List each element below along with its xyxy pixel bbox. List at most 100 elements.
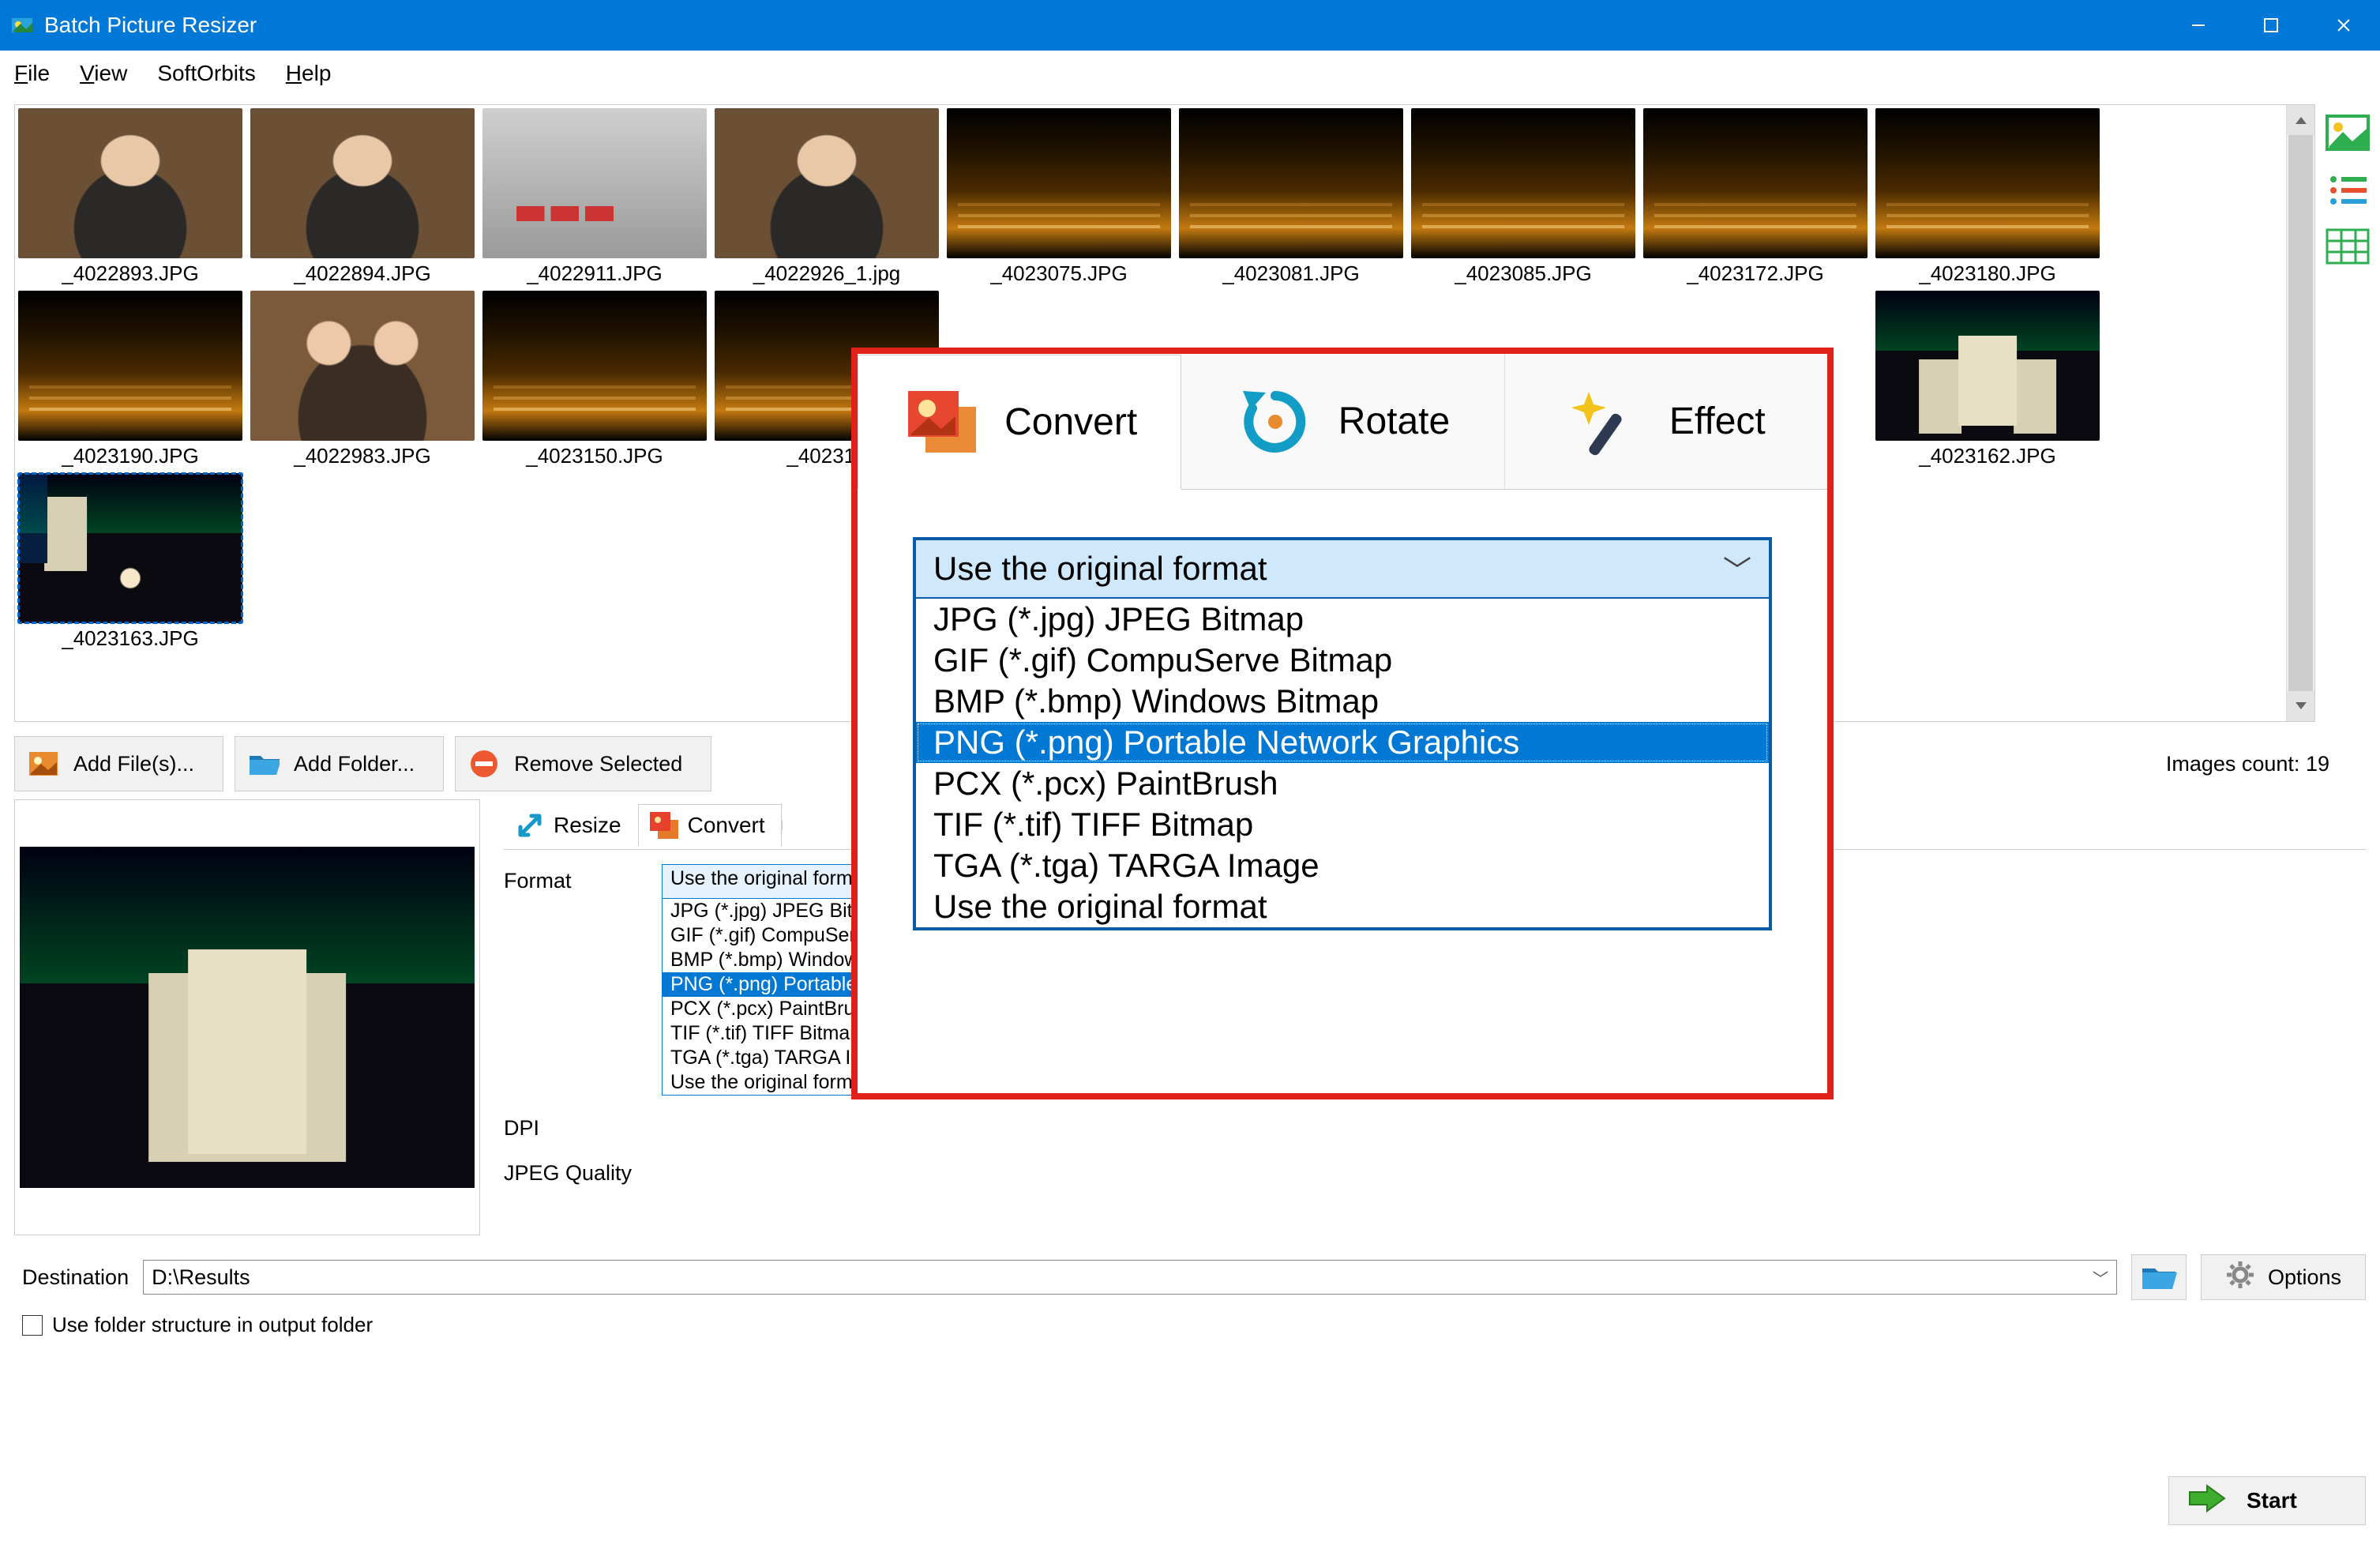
viewmode-list-icon[interactable] <box>2324 166 2371 213</box>
label-format: Format <box>504 864 662 893</box>
start-button[interactable]: Start <box>2168 1476 2366 1525</box>
maximize-button[interactable] <box>2235 0 2307 51</box>
thumbnail-image <box>715 108 939 258</box>
thumbnail[interactable]: _4023180.JPG <box>1875 108 2100 286</box>
app-icon <box>9 13 35 38</box>
thumbnail-image <box>482 108 707 258</box>
images-count: Images count: 19 <box>2166 752 2366 776</box>
picture-icon <box>28 748 59 780</box>
viewmode-table-icon[interactable] <box>2324 223 2371 270</box>
label-dpi: DPI <box>504 1111 662 1141</box>
remove-icon <box>468 748 500 780</box>
wand-icon <box>1567 382 1646 461</box>
scroll-down-icon[interactable] <box>2287 691 2314 721</box>
menu-softorbits[interactable]: SoftOrbits <box>157 61 255 86</box>
tab-more-hidden <box>782 820 809 831</box>
convert-icon <box>648 810 680 841</box>
folder-icon <box>248 748 280 780</box>
thumbnail[interactable]: _4023075.JPG <box>947 108 1171 286</box>
thumbnail-image <box>482 291 707 441</box>
scrollbar-vertical[interactable] <box>2286 105 2314 721</box>
rotate-icon <box>1236 382 1315 461</box>
thumbnail-label: _4023180.JPG <box>1919 261 2055 286</box>
chevron-down-icon: ﹀ <box>1723 548 1751 589</box>
tab-resize[interactable]: Resize <box>504 804 638 847</box>
callout-format-option[interactable]: TGA (*.tga) TARGA Image <box>916 845 1769 886</box>
callout-format-option[interactable]: BMP (*.bmp) Windows Bitmap <box>916 681 1769 722</box>
thumbnail[interactable]: _4023190.JPG <box>18 291 242 468</box>
minimize-button[interactable] <box>2162 0 2235 51</box>
play-icon <box>2187 1483 2226 1520</box>
callout-format-option[interactable]: JPG (*.jpg) JPEG Bitmap <box>916 599 1769 640</box>
folder-structure-checkbox[interactable] <box>22 1315 43 1336</box>
thumbnail-label: _4023081.JPG <box>1222 261 1359 286</box>
menu-help[interactable]: Help <box>286 61 332 86</box>
remove-selected-button[interactable]: Remove Selected <box>455 736 711 791</box>
thumbnail[interactable]: _4023163.JPG <box>18 473 242 651</box>
thumbnail-label: _4023162.JPG <box>1919 444 2055 468</box>
thumbnail-image <box>1643 108 1868 258</box>
options-button[interactable]: Options <box>2201 1254 2366 1300</box>
browse-folder-button[interactable] <box>2131 1254 2187 1300</box>
callout-tab-effect[interactable]: Effect <box>1505 354 1827 489</box>
remove-selected-label: Remove Selected <box>514 752 682 776</box>
label-jpeg: JPEG Quality <box>504 1156 662 1186</box>
thumbnail-label: _4023163.JPG <box>62 626 198 651</box>
thumbnail-image <box>18 473 242 623</box>
thumbnail-image <box>947 108 1171 258</box>
thumbnail[interactable]: _4023172.JPG <box>1643 108 1868 286</box>
add-files-button[interactable]: Add File(s)... <box>14 736 223 791</box>
callout-format-option[interactable]: TIF (*.tif) TIFF Bitmap <box>916 804 1769 845</box>
thumbnail[interactable]: _4022926_1.jpg <box>715 108 939 286</box>
tab-convert[interactable]: Convert <box>638 804 782 847</box>
thumbnail-label: _4022911.JPG <box>527 261 663 286</box>
thumbnail-label: _4022894.JPG <box>294 261 430 286</box>
start-label: Start <box>2247 1488 2297 1513</box>
thumbnail-label: _4022983.JPG <box>294 444 430 468</box>
callout-format-option[interactable]: PNG (*.png) Portable Network Graphics <box>916 722 1769 763</box>
thumbnail[interactable]: _4023162.JPG <box>1875 291 2100 468</box>
format-selected: Use the original format <box>670 867 869 896</box>
thumbnail[interactable]: _4023085.JPG <box>1411 108 1635 286</box>
thumbnail-label: _4023075.JPG <box>990 261 1127 286</box>
callout-format-option[interactable]: PCX (*.pcx) PaintBrush <box>916 763 1769 804</box>
menu-file[interactable]: File <box>14 61 50 86</box>
thumbnail[interactable]: _4023081.JPG <box>1179 108 1403 286</box>
thumbnail-label: _4023172.JPG <box>1687 261 1823 286</box>
close-button[interactable] <box>2307 0 2380 51</box>
callout-tab-rotate[interactable]: Rotate <box>1181 354 1504 489</box>
callout-tab-convert[interactable]: Convert <box>858 355 1181 490</box>
add-folder-label: Add Folder... <box>294 752 415 776</box>
scroll-up-icon[interactable] <box>2287 105 2314 135</box>
menubar: File View SoftOrbits Help <box>0 51 2380 96</box>
thumbnail-label: _4023085.JPG <box>1455 261 1591 286</box>
menu-view[interactable]: View <box>80 61 127 86</box>
callout-popup: Convert Rotate Effect Use the original f… <box>851 348 1834 1099</box>
thumbnail[interactable]: _4022893.JPG <box>18 108 242 286</box>
thumbnail[interactable]: _4022983.JPG <box>250 291 475 468</box>
thumbnail-image <box>250 108 475 258</box>
options-label: Options <box>2268 1265 2341 1290</box>
thumbnail[interactable]: _4022911.JPG <box>482 108 707 286</box>
thumbnail-label: _4023150.JPG <box>526 444 663 468</box>
titlebar: Batch Picture Resizer <box>0 0 2380 51</box>
destination-path: D:\Results <box>152 1265 250 1290</box>
chevron-down-icon: ﹀ <box>2093 1266 2108 1289</box>
window-title: Batch Picture Resizer <box>44 13 257 38</box>
thumbnail-label: _4022926_1.jpg <box>753 261 901 286</box>
thumbnail-image <box>1179 108 1403 258</box>
thumbnail-image <box>18 291 242 441</box>
destination-label: Destination <box>22 1265 129 1290</box>
preview-image <box>20 847 475 1188</box>
thumbnail[interactable]: _4022894.JPG <box>250 108 475 286</box>
callout-format-option[interactable]: GIF (*.gif) CompuServe Bitmap <box>916 640 1769 681</box>
thumbnail[interactable]: _4023150.JPG <box>482 291 707 468</box>
viewmode-large-icon[interactable] <box>2324 109 2371 156</box>
add-folder-button[interactable]: Add Folder... <box>235 736 444 791</box>
scroll-thumb[interactable] <box>2288 135 2313 691</box>
destination-input[interactable]: D:\Results ﹀ <box>143 1260 2117 1295</box>
callout-format-option[interactable]: Use the original format <box>916 886 1769 927</box>
thumbnail-image <box>250 291 475 441</box>
thumbnail-image <box>1875 291 2100 441</box>
callout-format-dropdown[interactable]: Use the original format ﹀ JPG (*.jpg) JP… <box>913 537 1772 930</box>
